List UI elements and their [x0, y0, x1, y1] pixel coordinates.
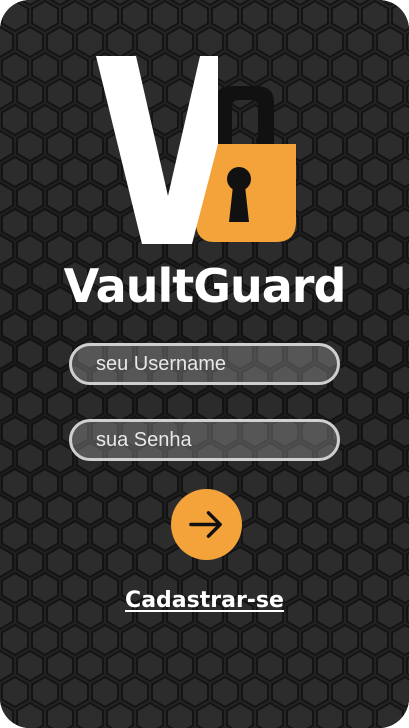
v-padlock-logo-icon [96, 56, 296, 244]
signup-link[interactable]: Cadastrar-se [0, 588, 409, 613]
login-submit-button[interactable] [171, 489, 242, 560]
app-title: VaultGuard [63, 259, 347, 313]
username-input[interactable] [72, 346, 337, 382]
username-field[interactable] [69, 343, 340, 385]
password-input[interactable] [72, 422, 337, 458]
password-field[interactable] [69, 419, 340, 461]
arrow-right-icon [189, 511, 222, 538]
app-screen: VaultGuard Cadastrar-se [0, 0, 409, 728]
